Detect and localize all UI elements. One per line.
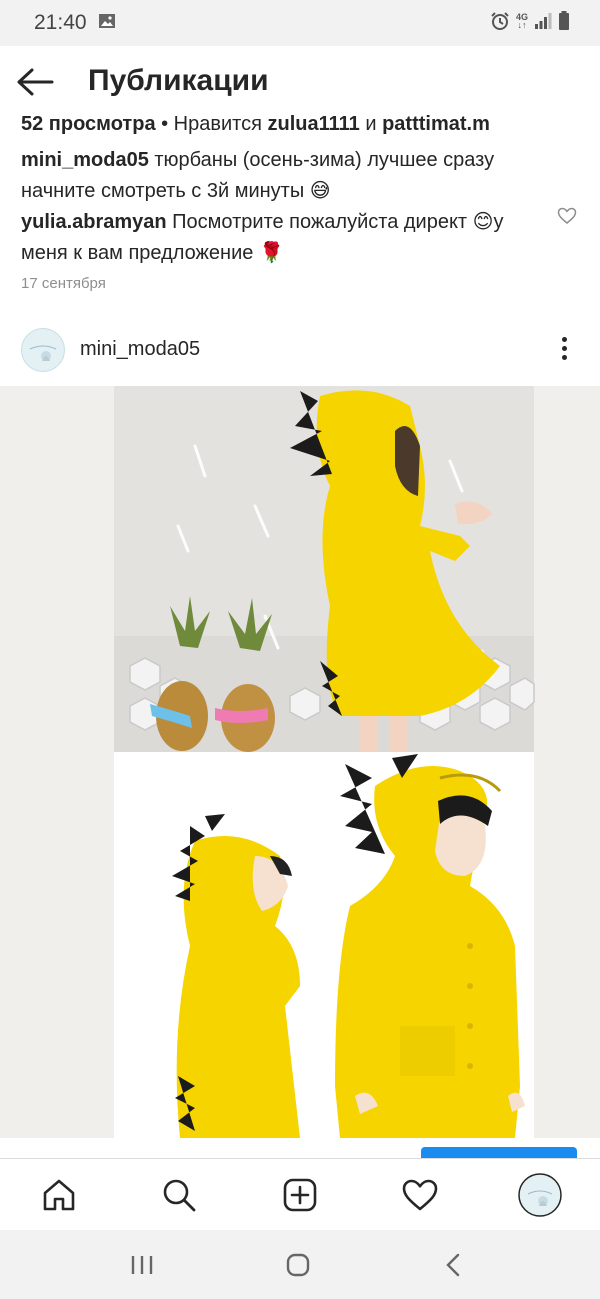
arrow-left-icon — [17, 68, 54, 96]
liker-username-1[interactable]: zulua1111 — [268, 113, 360, 135]
add-post-icon — [283, 1178, 317, 1212]
recent-apps-icon — [131, 1256, 153, 1274]
back-button[interactable] — [14, 64, 56, 100]
nav-add-button[interactable] — [280, 1175, 320, 1215]
likes-conjunction: и — [359, 113, 383, 135]
post-header: mini_moda05 — [0, 322, 600, 378]
chevron-left-icon — [446, 1253, 460, 1277]
caption-username[interactable]: mini_moda05 — [21, 149, 149, 171]
views-count[interactable]: 52 просмотра — [21, 113, 156, 135]
search-icon — [163, 1179, 196, 1212]
comment: yulia.abramyan Посмотрите пожалуйста дир… — [21, 207, 541, 269]
likes-line: 52 просмотра • Нравится zulua1111 и patt… — [21, 113, 490, 136]
recent-apps-button[interactable] — [122, 1250, 162, 1280]
network-type: 4G ↓↑ — [515, 12, 528, 30]
status-time: 21:40 — [34, 11, 87, 34]
nav-home-button[interactable] — [39, 1175, 79, 1215]
bottom-navigation — [0, 1158, 600, 1231]
home-icon — [43, 1179, 75, 1211]
home-system-button[interactable] — [278, 1250, 318, 1280]
nav-profile-button[interactable] — [518, 1173, 562, 1217]
post-username[interactable]: mini_moda05 — [80, 338, 200, 361]
comment-like-heart-icon[interactable] — [557, 207, 577, 225]
heart-icon — [402, 1179, 438, 1211]
home-circle-icon — [286, 1253, 310, 1277]
liker-username-2[interactable]: patttimat.m — [382, 113, 490, 135]
signal-icon — [535, 13, 552, 29]
more-options-button[interactable] — [552, 334, 576, 368]
avatar-logo-icon — [22, 329, 64, 371]
page-title: Публикации — [88, 64, 269, 97]
back-system-button[interactable] — [434, 1250, 474, 1280]
likes-separator: • Нравится — [155, 113, 268, 135]
nav-activity-button[interactable] — [400, 1175, 440, 1215]
status-bar: 21:40 4G ↓↑ — [0, 0, 600, 46]
battery-icon — [559, 11, 569, 30]
status-icons: 4G ↓↑ — [490, 11, 570, 31]
post-image[interactable] — [0, 386, 600, 1138]
alarm-icon — [491, 12, 509, 30]
raincoat-photo — [0, 386, 600, 1138]
avatar[interactable] — [21, 328, 65, 372]
post-date: 17 сентября — [21, 275, 106, 292]
comment-username[interactable]: yulia.abramyan — [21, 211, 167, 233]
system-navigation-bar — [0, 1230, 600, 1299]
app-header: Публикации — [0, 46, 600, 118]
post-caption: mini_moda05 тюрбаны (осень-зима) лучшее … — [21, 145, 566, 207]
gallery-notification-icon — [99, 14, 115, 28]
nav-search-button[interactable] — [159, 1175, 199, 1215]
avatar — [518, 1173, 562, 1217]
